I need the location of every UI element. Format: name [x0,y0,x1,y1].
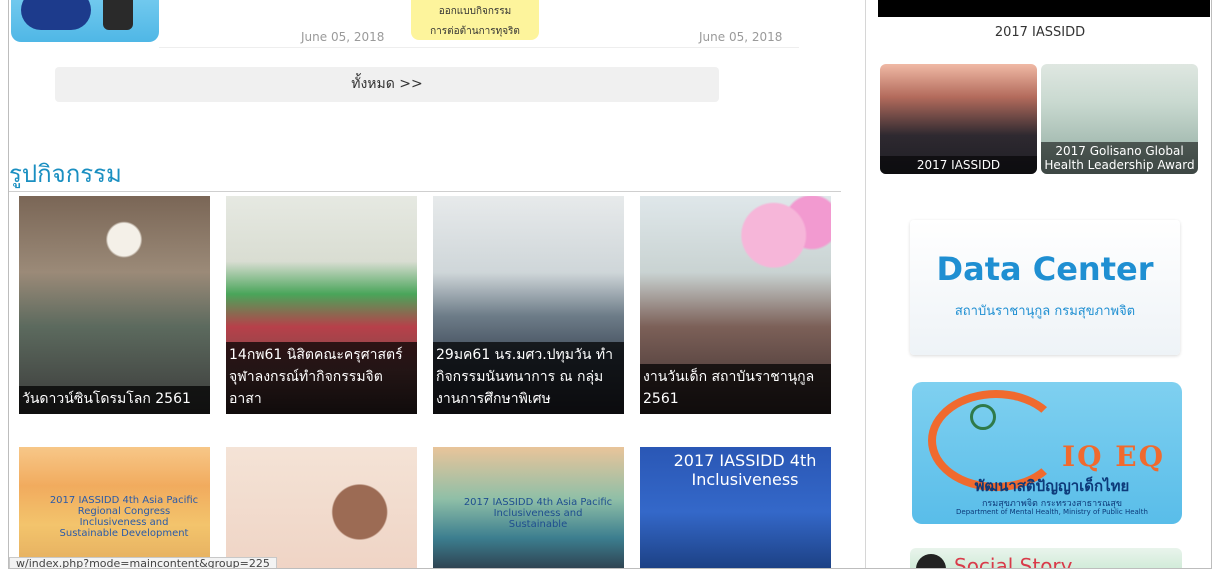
data-center-title: Data Center [936,250,1154,288]
gallery-card[interactable]: วันดาวน์ซินโดรมโลก 2561 [19,196,210,414]
section-divider [9,191,841,192]
iqeq-english-subtitle: Department of Mental Health, Ministry of… [956,508,1148,516]
gallery-banner-text: 2017 IASSIDD 4th Asia Pacific Inclusiven… [463,497,613,530]
sidebar-thumbnail-label: 2017 IASSIDD [880,156,1037,174]
gallery-card[interactable]: งานวันเด็ก สถาบันราชานุกูล 2561 [640,196,831,414]
thumbnail-graphic [21,0,91,30]
news-thumbnail[interactable] [11,0,159,42]
section-title: รูปกิจกรรม [9,160,122,188]
gallery-card[interactable]: 2017 IASSIDD 4th Asia Pacific Inclusiven… [433,447,624,568]
iqeq-person-icon [970,404,996,430]
status-bar-url: w/index.php?mode=maincontent&group=225 [9,557,277,568]
sidebar-title: 2017 IASSIDD [994,25,1086,40]
news-badge[interactable]: ออกแบบกิจกรรม การต่อต้านการทุจริต [411,0,539,40]
iqeq-logo-text: IQ EQ [1062,440,1165,473]
iqeq-title: พัฒนาสติปัญญาเด็กไทย [974,477,1130,495]
news-badge-line2: การต่อต้านการทุจริต [430,26,520,37]
sidebar-header-bar [878,0,1210,17]
gallery-card[interactable]: 2017 IASSIDD 4th Inclusiveness [640,447,831,568]
thumbnail-figure [103,0,133,30]
social-icon [916,554,946,568]
gallery-photo [226,447,417,568]
news-badge-line1: ออกแบบกิจกรรม [438,6,512,17]
social-story-banner[interactable]: Social Story [910,548,1182,569]
sidebar-thumbnail-label: 2017 Golisano Global Health Leadership A… [1041,142,1198,174]
gallery-card[interactable]: 2017 IASSIDD 4th Asia Pacific Regional C… [19,447,210,568]
gallery-banner-text: 2017 IASSIDD 4th Asia Pacific Regional C… [49,495,199,539]
news-date: June 05, 2018 [699,30,783,44]
gallery-photo [19,196,210,414]
browser-viewport: June 05, 2018 ออกแบบกิจกรรม การต่อต้านกา… [8,0,1212,569]
right-sidebar: 2017 IASSIDD 2017 IASSIDD 2017 Golisano … [865,0,1211,569]
data-center-banner[interactable]: Data Center สถาบันราชานุกูล กรมสุขภาพจิต [910,220,1180,355]
data-center-subtitle: สถาบันราชานุกูล กรมสุขภาพจิต [954,304,1136,319]
sidebar-thumbnail[interactable]: 2017 Golisano Global Health Leadership A… [1041,64,1198,174]
news-date: June 05, 2018 [301,30,385,44]
gallery-banner-text: 2017 IASSIDD 4th Inclusiveness [673,451,817,489]
gallery-caption: 14กพ61 นิสิตคณะครุศาสตร์ จุฬาลงกรณ์ทำกิจ… [226,342,417,414]
iqeq-banner[interactable]: IQ EQ พัฒนาสติปัญญาเด็กไทย กรมสุขภาพจิต … [912,382,1182,524]
gallery-caption: 29มค61 นร.มศว.ปทุมวัน ทำกิจกรรมนันทนาการ… [433,342,624,414]
social-story-text: Social Story [954,554,1073,569]
gallery-caption: งานวันเด็ก สถาบันราชานุกูล 2561 [640,364,831,414]
gallery-card[interactable] [226,447,417,568]
gallery-caption: วันดาวน์ซินโดรมโลก 2561 [19,386,210,414]
news-strip: June 05, 2018 ออกแบบกิจกรรม การต่อต้านกา… [9,0,849,48]
sidebar-thumbnail[interactable]: 2017 IASSIDD [880,64,1037,174]
gallery-card[interactable]: 29มค61 นร.มศว.ปทุมวัน ทำกิจกรรมนันทนาการ… [433,196,624,414]
view-all-button[interactable]: ทั้งหมด >> [55,67,719,102]
divider [159,47,799,48]
gallery-card[interactable]: 14กพ61 นิสิตคณะครุศาสตร์ จุฬาลงกรณ์ทำกิจ… [226,196,417,414]
